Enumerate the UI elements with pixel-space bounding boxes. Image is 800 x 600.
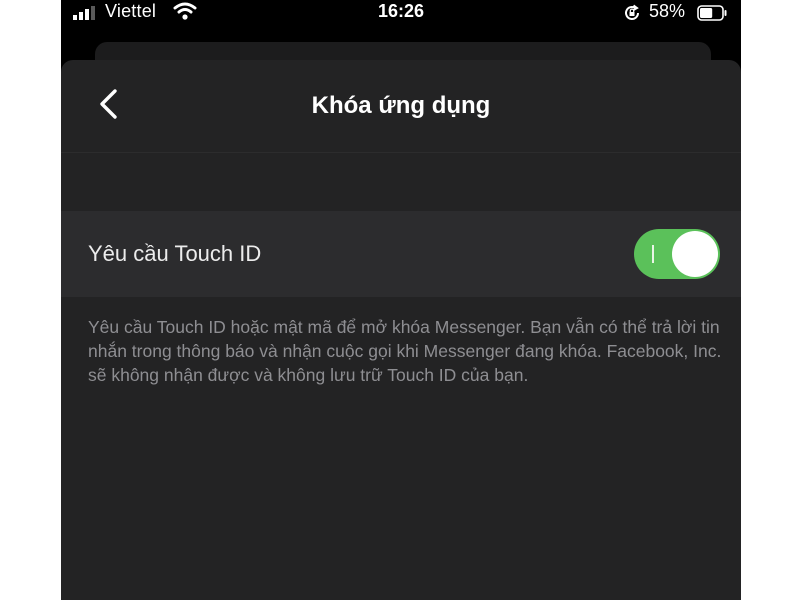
touch-id-description: Yêu cầu Touch ID hoặc mật mã để mở khóa … <box>88 317 722 385</box>
settings-sheet: Khóa ứng dụng Yêu cầu Touch ID Yêu cầu T… <box>61 60 741 600</box>
touch-id-toggle[interactable] <box>634 229 720 279</box>
battery-icon <box>697 5 727 21</box>
touch-id-label: Yêu cầu Touch ID <box>88 241 262 266</box>
status-bar: Viettel 16:26 58% <box>61 0 741 26</box>
touch-id-setting-row[interactable]: Yêu cầu Touch ID <box>61 211 741 297</box>
toggle-on-indicator <box>652 245 654 263</box>
toggle-knob <box>672 231 718 277</box>
rotation-lock-icon <box>625 4 639 20</box>
battery-percent: 58% <box>649 1 686 21</box>
navigation-bar: Khóa ứng dụng <box>61 60 741 153</box>
phone-screen: Viettel 16:26 58% Khóa ứng dụng Yêu cầu … <box>61 0 741 600</box>
page-title: Khóa ứng dụng <box>311 92 491 119</box>
